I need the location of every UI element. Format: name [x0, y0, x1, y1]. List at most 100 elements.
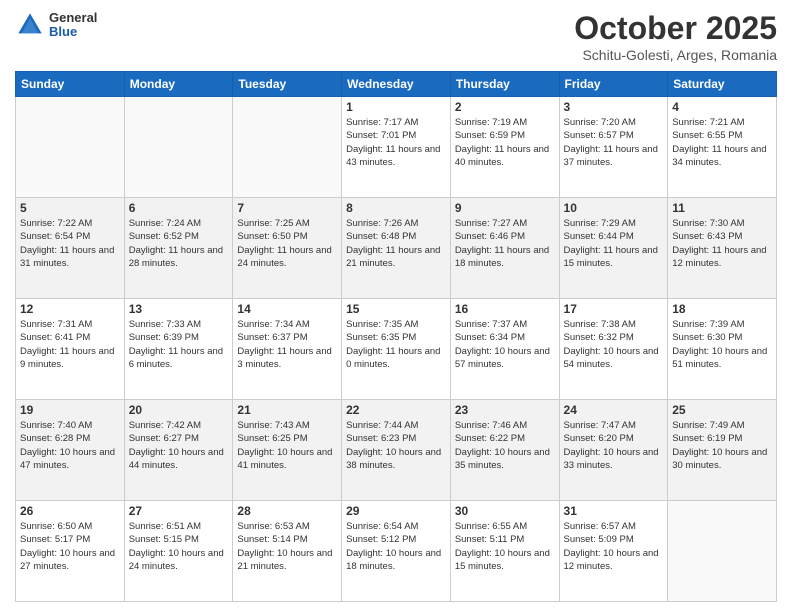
calendar-cell: 8Sunrise: 7:26 AMSunset: 6:48 PMDaylight… — [342, 198, 451, 299]
day-number: 28 — [237, 504, 337, 518]
day-info: Sunrise: 7:37 AMSunset: 6:34 PMDaylight:… — [455, 318, 555, 371]
day-info: Sunrise: 7:31 AMSunset: 6:41 PMDaylight:… — [20, 318, 120, 371]
day-number: 26 — [20, 504, 120, 518]
calendar-cell: 6 Sunrise: 7:24 AMSunset: 6:52 PMDaylight… — [124, 198, 233, 299]
day-number: 16 — [455, 302, 555, 316]
weekday-header-row: SundayMondayTuesdayWednesdayThursdayFrid… — [16, 72, 777, 97]
day-info: Sunrise: 7:21 AMSunset: 6:55 PMDaylight:… — [672, 116, 772, 169]
calendar-week-row: 26 Sunrise: 6:50 AMSunset: 5:17 PMDayligh… — [16, 501, 777, 602]
logo-general: General — [49, 11, 97, 25]
calendar-cell: 22 Sunrise: 7:44 AMSunset: 6:23 PMDayligh… — [342, 400, 451, 501]
day-info: Sunrise: 7:43 AMSunset: 6:25 PMDaylight:… — [237, 419, 337, 472]
day-number: 31 — [564, 504, 664, 518]
day-info: Sunrise: 7:39 AMSunset: 6:30 PMDaylight:… — [672, 318, 772, 371]
logo-blue: Blue — [49, 25, 97, 39]
calendar-cell: 31 Sunrise: 6:57 AMSunset: 5:09 PMDayligh… — [559, 501, 668, 602]
calendar-cell: 28 Sunrise: 6:53 AMSunset: 5:14 PMDayligh… — [233, 501, 342, 602]
day-number: 20 — [129, 403, 229, 417]
day-number: 5 — [20, 201, 120, 215]
calendar-cell: 3Sunrise: 7:20 AMSunset: 6:57 PMDaylight… — [559, 97, 668, 198]
day-info: Sunrise: 6:57 AMSunset: 5:09 PMDaylight:… — [564, 520, 664, 573]
calendar-cell — [233, 97, 342, 198]
day-number: 4 — [672, 100, 772, 114]
calendar-cell: 20Sunrise: 7:42 AMSunset: 6:27 PMDayligh… — [124, 400, 233, 501]
day-info: Sunrise: 7:40 AMSunset: 6:28 PMDaylight:… — [20, 419, 120, 472]
calendar-cell: 19 Sunrise: 7:40 AMSunset: 6:28 PMDayligh… — [16, 400, 125, 501]
calendar-week-row: 12 Sunrise: 7:31 AMSunset: 6:41 PMDayligh… — [16, 299, 777, 400]
day-number: 8 — [346, 201, 446, 215]
day-number: 6 — [129, 201, 229, 215]
calendar-cell: 5 Sunrise: 7:22 AMSunset: 6:54 PMDaylight… — [16, 198, 125, 299]
calendar-week-row: 19 Sunrise: 7:40 AMSunset: 6:28 PMDayligh… — [16, 400, 777, 501]
day-info: Sunrise: 7:33 AMSunset: 6:39 PMDaylight:… — [129, 318, 229, 371]
calendar-cell: 14 Sunrise: 7:34 AMSunset: 6:37 PMDayligh… — [233, 299, 342, 400]
day-number: 15 — [346, 302, 446, 316]
title-block: October 2025 Schitu-Golesti, Arges, Roma… — [574, 10, 777, 63]
calendar-cell — [16, 97, 125, 198]
day-number: 1 — [346, 100, 446, 114]
day-number: 22 — [346, 403, 446, 417]
day-number: 29 — [346, 504, 446, 518]
calendar-cell: 23 Sunrise: 7:46 AMSunset: 6:22 PMDayligh… — [450, 400, 559, 501]
day-info: Sunrise: 7:49 AMSunset: 6:19 PMDaylight:… — [672, 419, 772, 472]
day-info: Sunrise: 6:54 AMSunset: 5:12 PMDaylight:… — [346, 520, 446, 573]
calendar-cell: 21 Sunrise: 7:43 AMSunset: 6:25 PMDayligh… — [233, 400, 342, 501]
calendar-title: October 2025 — [574, 10, 777, 47]
calendar-cell: 16 Sunrise: 7:37 AMSunset: 6:34 PMDayligh… — [450, 299, 559, 400]
weekday-header-wednesday: Wednesday — [342, 72, 451, 97]
calendar-cell: 12 Sunrise: 7:31 AMSunset: 6:41 PMDayligh… — [16, 299, 125, 400]
day-number: 9 — [455, 201, 555, 215]
calendar-cell — [668, 501, 777, 602]
weekday-header-saturday: Saturday — [668, 72, 777, 97]
day-number: 23 — [455, 403, 555, 417]
calendar-cell: 29 Sunrise: 6:54 AMSunset: 5:12 PMDayligh… — [342, 501, 451, 602]
calendar-week-row: 1Sunrise: 7:17 AMSunset: 7:01 PMDaylight… — [16, 97, 777, 198]
weekday-header-tuesday: Tuesday — [233, 72, 342, 97]
calendar-cell — [124, 97, 233, 198]
day-info: Sunrise: 6:50 AMSunset: 5:17 PMDaylight:… — [20, 520, 120, 573]
weekday-header-sunday: Sunday — [16, 72, 125, 97]
calendar-cell: 26 Sunrise: 6:50 AMSunset: 5:17 PMDayligh… — [16, 501, 125, 602]
day-number: 11 — [672, 201, 772, 215]
calendar-subtitle: Schitu-Golesti, Arges, Romania — [574, 47, 777, 63]
day-info: Sunrise: 6:51 AMSunset: 5:15 PMDaylight:… — [129, 520, 229, 573]
day-number: 21 — [237, 403, 337, 417]
day-number: 13 — [129, 302, 229, 316]
day-info: Sunrise: 7:25 AMSunset: 6:50 PMDaylight:… — [237, 217, 337, 270]
day-info: Sunrise: 7:22 AMSunset: 6:54 PMDaylight:… — [20, 217, 120, 270]
calendar-cell: 25 Sunrise: 7:49 AMSunset: 6:19 PMDayligh… — [668, 400, 777, 501]
logo: General Blue — [15, 10, 97, 40]
day-number: 17 — [564, 302, 664, 316]
calendar-page: General Blue October 2025 Schitu-Golesti… — [0, 0, 792, 612]
day-number: 14 — [237, 302, 337, 316]
day-number: 27 — [129, 504, 229, 518]
day-number: 30 — [455, 504, 555, 518]
day-info: Sunrise: 7:24 AMSunset: 6:52 PMDaylight:… — [129, 217, 229, 270]
calendar-cell: 11 Sunrise: 7:30 AMSunset: 6:43 PMDayligh… — [668, 198, 777, 299]
weekday-header-friday: Friday — [559, 72, 668, 97]
calendar-cell: 30 Sunrise: 6:55 AMSunset: 5:11 PMDayligh… — [450, 501, 559, 602]
day-info: Sunrise: 6:53 AMSunset: 5:14 PMDaylight:… — [237, 520, 337, 573]
calendar-cell: 4 Sunrise: 7:21 AMSunset: 6:55 PMDaylight… — [668, 97, 777, 198]
day-info: Sunrise: 6:55 AMSunset: 5:11 PMDaylight:… — [455, 520, 555, 573]
day-info: Sunrise: 7:47 AMSunset: 6:20 PMDaylight:… — [564, 419, 664, 472]
calendar-cell: 15Sunrise: 7:35 AMSunset: 6:35 PMDayligh… — [342, 299, 451, 400]
day-info: Sunrise: 7:46 AMSunset: 6:22 PMDaylight:… — [455, 419, 555, 472]
day-info: Sunrise: 7:27 AMSunset: 6:46 PMDaylight:… — [455, 217, 555, 270]
header: General Blue October 2025 Schitu-Golesti… — [15, 10, 777, 63]
calendar-cell: 1Sunrise: 7:17 AMSunset: 7:01 PMDaylight… — [342, 97, 451, 198]
calendar-cell: 17 Sunrise: 7:38 AMSunset: 6:32 PMDayligh… — [559, 299, 668, 400]
day-number: 19 — [20, 403, 120, 417]
day-number: 3 — [564, 100, 664, 114]
day-info: Sunrise: 7:44 AMSunset: 6:23 PMDaylight:… — [346, 419, 446, 472]
day-info: Sunrise: 7:34 AMSunset: 6:37 PMDaylight:… — [237, 318, 337, 371]
day-number: 25 — [672, 403, 772, 417]
weekday-header-monday: Monday — [124, 72, 233, 97]
day-info: Sunrise: 7:38 AMSunset: 6:32 PMDaylight:… — [564, 318, 664, 371]
day-number: 7 — [237, 201, 337, 215]
calendar-cell: 9 Sunrise: 7:27 AMSunset: 6:46 PMDaylight… — [450, 198, 559, 299]
calendar-cell: 7 Sunrise: 7:25 AMSunset: 6:50 PMDaylight… — [233, 198, 342, 299]
day-info: Sunrise: 7:30 AMSunset: 6:43 PMDaylight:… — [672, 217, 772, 270]
calendar-cell: 24Sunrise: 7:47 AMSunset: 6:20 PMDayligh… — [559, 400, 668, 501]
day-number: 12 — [20, 302, 120, 316]
